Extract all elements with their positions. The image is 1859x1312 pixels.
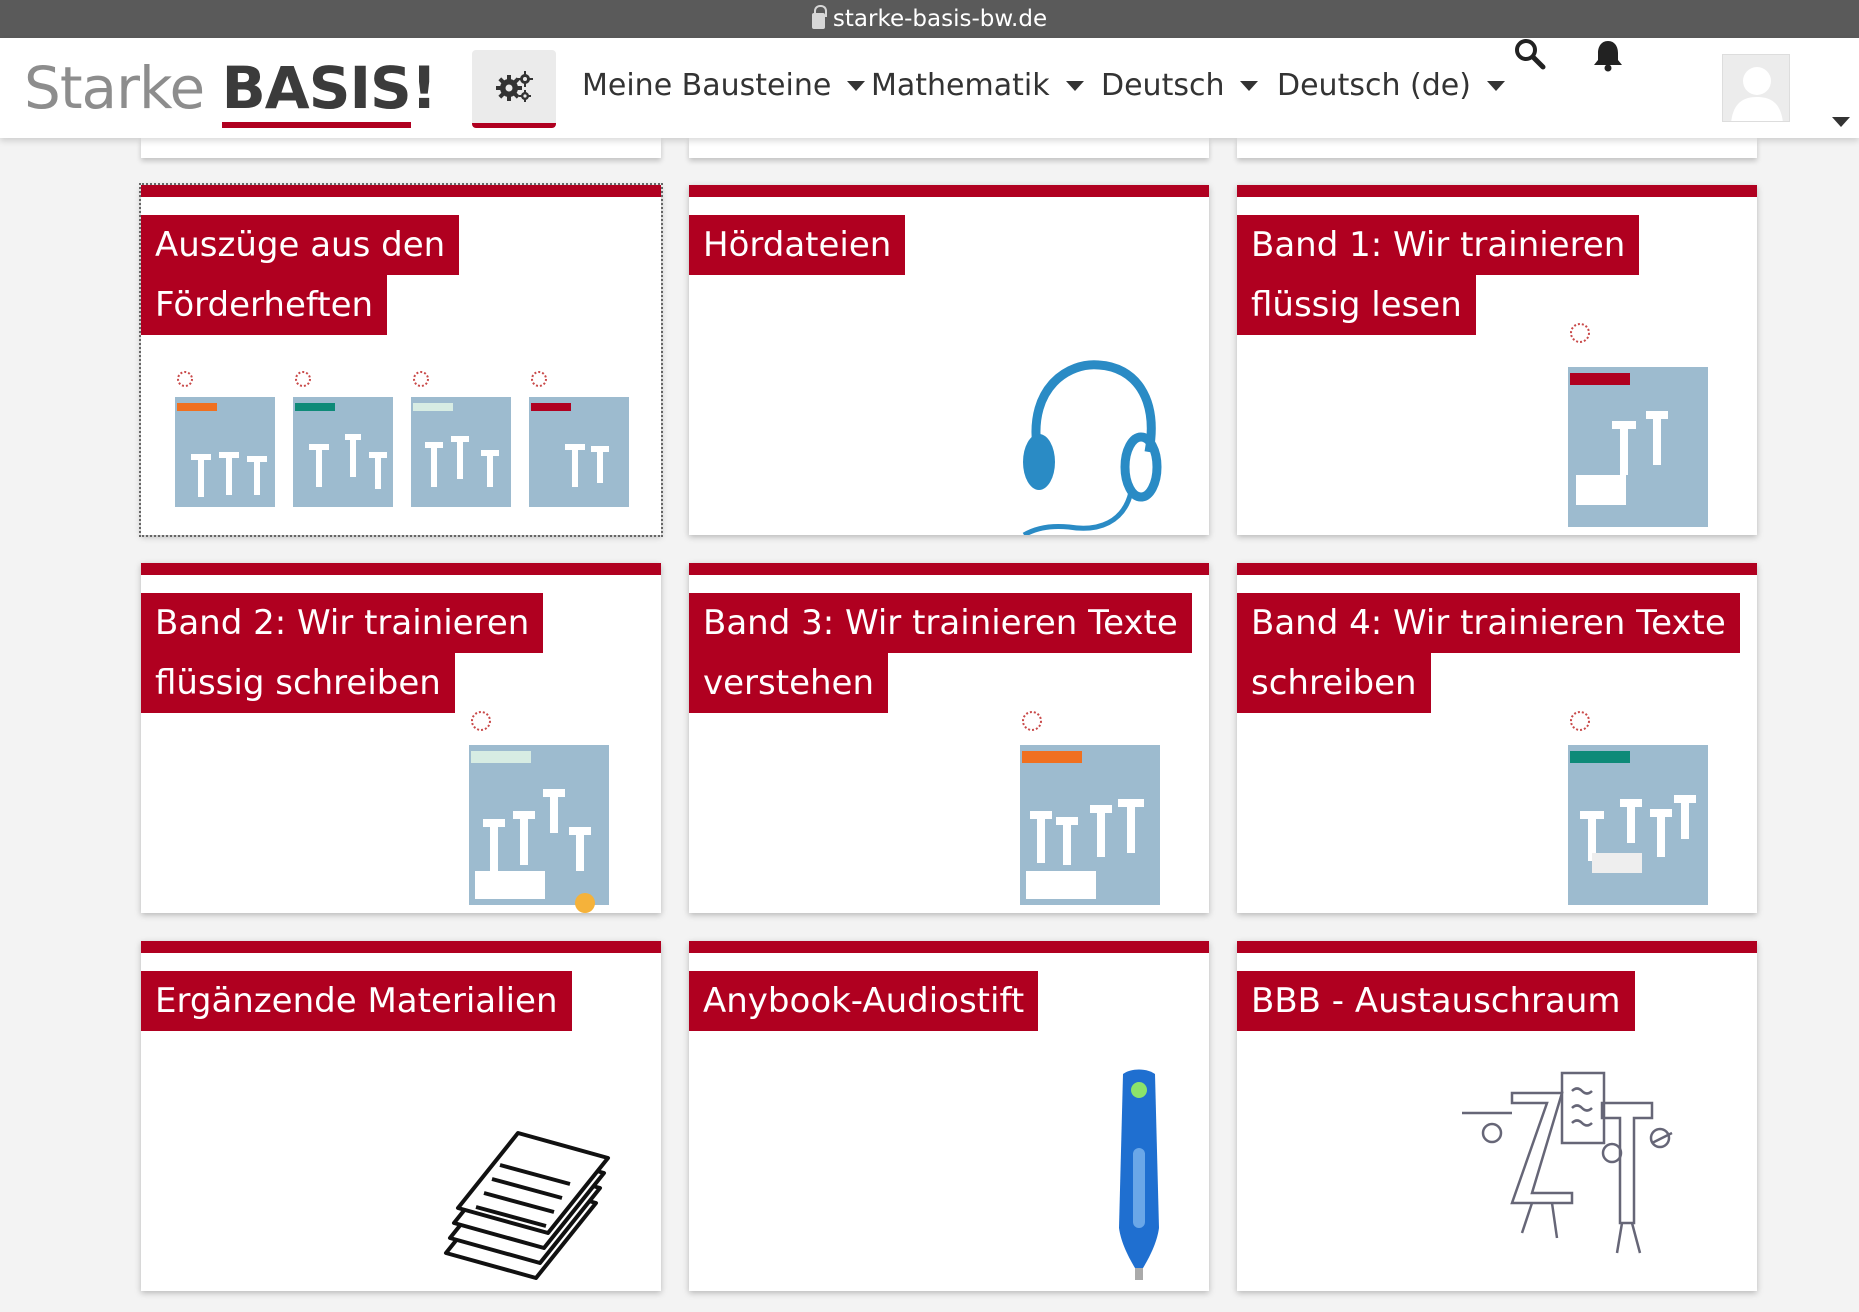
card-title-line: flüssig lesen	[1237, 275, 1476, 335]
card-hoerdateien[interactable]: Hördateien	[689, 185, 1209, 535]
card-title-line: flüssig schreiben	[141, 653, 455, 713]
card-title-line: BBB - Austauschraum	[1237, 971, 1635, 1031]
card-auszuege[interactable]: Auszüge aus den Förderheften	[139, 183, 663, 537]
chevron-down-icon	[1240, 80, 1259, 91]
card-title-line: Hördateien	[689, 215, 906, 275]
nav-meine-bausteine[interactable]: Meine Bausteine	[582, 68, 866, 103]
card-band-4[interactable]: Band 4: Wir trainieren Texte schreiben	[1237, 563, 1757, 913]
card-title: Auszüge aus den Förderheften	[141, 215, 661, 335]
nav-mathematik[interactable]: Mathematik	[871, 68, 1084, 103]
brand-light-text: Starke	[24, 54, 205, 122]
chevron-down-icon	[1486, 80, 1505, 91]
chevron-down-icon	[847, 80, 866, 91]
partial-card	[1237, 138, 1757, 158]
card-title: Hördateien	[689, 215, 1209, 275]
search-icon[interactable]	[1513, 38, 1547, 70]
browser-url-bar[interactable]: starke-basis-bw.de	[0, 0, 1859, 38]
card-band-3[interactable]: Band 3: Wir trainieren Texte verstehen	[689, 563, 1209, 913]
card-band-1[interactable]: Band 1: Wir trainieren flüssig lesen	[1237, 185, 1757, 535]
card-title-line: Ergänzende Materialien	[141, 971, 572, 1031]
gear-icon	[496, 70, 533, 102]
nav-deutsch[interactable]: Deutsch	[1101, 68, 1259, 103]
card-title: Ergänzende Materialien	[141, 971, 661, 1031]
partial-card	[141, 138, 661, 158]
card-title: Band 4: Wir trainieren Texte schreiben	[1237, 593, 1757, 713]
settings-button[interactable]	[472, 50, 556, 128]
card-title: BBB - Austauschraum	[1237, 971, 1757, 1031]
chevron-down-icon	[1065, 80, 1084, 91]
card-title-line: Band 1: Wir trainieren	[1237, 215, 1640, 275]
booklet-cover-image	[1562, 703, 1712, 913]
nav-label: Mathematik	[871, 68, 1050, 103]
nav-label: Deutsch	[1101, 68, 1225, 103]
partial-card	[689, 138, 1209, 158]
booklet-cover-image	[1014, 703, 1164, 913]
brand-bold-text: BASIS!	[221, 54, 437, 128]
booklet-cover-image	[1562, 315, 1712, 534]
card-anybook-audiostift[interactable]: Anybook-Audiostift	[689, 941, 1209, 1291]
top-navbar: Starke BASIS! Meine Bausteine Mathematik…	[0, 38, 1859, 138]
card-title-line: schreiben	[1237, 653, 1431, 713]
nav-label: Deutsch (de)	[1277, 68, 1471, 103]
brand-mark: !	[410, 54, 437, 122]
card-title-line: Band 3: Wir trainieren Texte	[689, 593, 1192, 653]
avatar[interactable]	[1722, 54, 1790, 122]
bell-icon[interactable]	[1591, 38, 1625, 72]
card-title-line: verstehen	[689, 653, 888, 713]
brand-bold-word: BASIS	[221, 54, 412, 128]
nav-language[interactable]: Deutsch (de)	[1277, 68, 1505, 103]
card-title: Band 1: Wir trainieren flüssig lesen	[1237, 215, 1757, 335]
card-title-line: Band 4: Wir trainieren Texte	[1237, 593, 1740, 653]
letters-figures-icon	[1462, 1063, 1712, 1267]
card-title: Band 3: Wir trainieren Texte verstehen	[689, 593, 1209, 713]
card-title-line: Anybook-Audiostift	[689, 971, 1039, 1031]
audio-pen-icon	[1109, 1068, 1169, 1291]
user-silhouette-icon	[1731, 67, 1783, 121]
brand-logo[interactable]: Starke BASIS!	[24, 54, 437, 128]
card-title: Anybook-Audiostift	[689, 971, 1209, 1031]
headphones-icon	[1009, 357, 1169, 535]
booklet-covers-image	[171, 367, 641, 517]
card-ergaenzende-materialien[interactable]: Ergänzende Materialien	[141, 941, 661, 1291]
user-menu-chevron-icon[interactable]	[1832, 117, 1850, 127]
card-title-line: Förderheften	[141, 275, 388, 335]
card-title-line: Auszüge aus den	[141, 215, 460, 275]
papers-icon	[436, 1093, 616, 1287]
card-bbb-austauschraum[interactable]: BBB - Austauschraum	[1237, 941, 1757, 1291]
nav-label: Meine Bausteine	[582, 68, 832, 103]
url-text: starke-basis-bw.de	[832, 6, 1048, 32]
booklet-cover-image	[463, 703, 613, 913]
card-title: Band 2: Wir trainieren flüssig schreiben	[141, 593, 661, 713]
card-band-2[interactable]: Band 2: Wir trainieren flüssig schreiben	[141, 563, 661, 913]
card-title-line: Band 2: Wir trainieren	[141, 593, 544, 653]
lock-icon	[811, 5, 827, 29]
